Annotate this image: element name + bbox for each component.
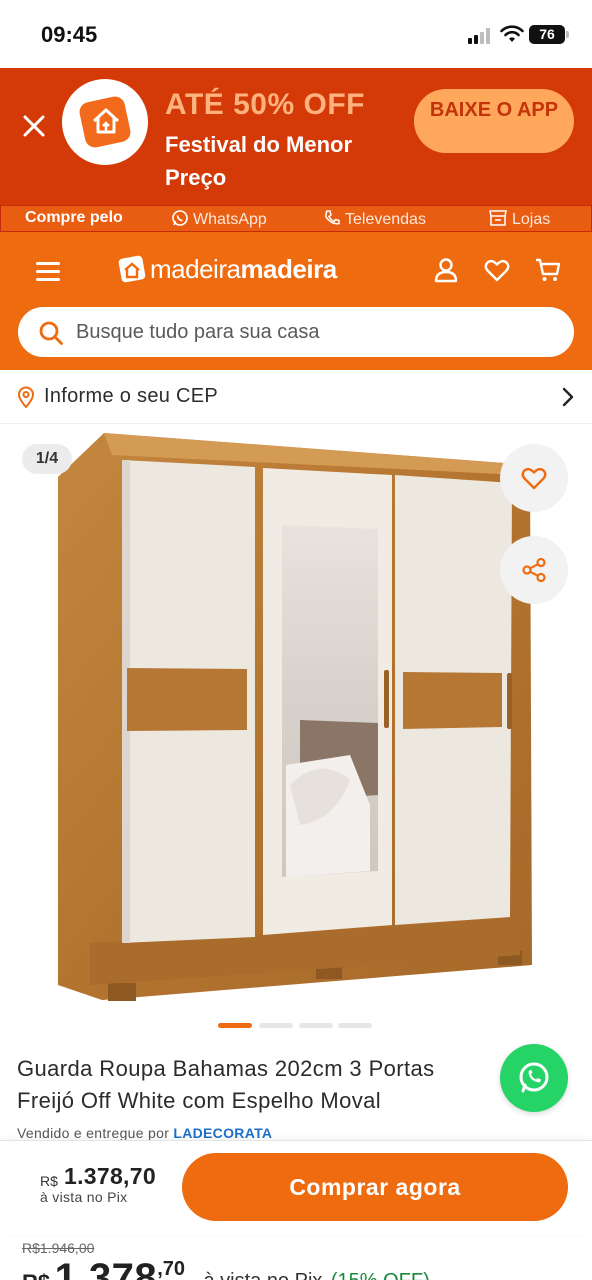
location-pin-icon bbox=[17, 386, 35, 408]
pix-label: à vista no Pix bbox=[203, 1270, 322, 1280]
bar-payment-note: à vista no Pix bbox=[40, 1189, 128, 1205]
cep-selector[interactable]: Informe o seu CEP bbox=[0, 370, 592, 424]
share-button[interactable] bbox=[500, 536, 568, 604]
whatsapp-icon bbox=[519, 1062, 549, 1093]
pagination-dot-1[interactable] bbox=[218, 1023, 252, 1028]
product-image bbox=[58, 433, 532, 1001]
cart-icon[interactable] bbox=[534, 256, 562, 284]
share-icon bbox=[522, 557, 546, 583]
stores-link[interactable]: Lojas bbox=[488, 209, 550, 229]
status-bar: 09:45 76 bbox=[0, 0, 592, 68]
bar-currency: R$ bbox=[40, 1173, 58, 1189]
bar-price: 1.378,70 bbox=[64, 1163, 156, 1189]
cep-label: Informe o seu CEP bbox=[44, 385, 219, 407]
cellular-signal-icon bbox=[468, 28, 494, 44]
promo-headline: ATÉ 50% OFF bbox=[165, 88, 365, 121]
gallery-pagination bbox=[218, 1023, 378, 1029]
buy-now-button[interactable]: Comprar agora bbox=[182, 1153, 568, 1221]
search-icon bbox=[39, 321, 63, 345]
promo-banner[interactable]: ATÉ 50% OFF Festival do Menor Preço BAIX… bbox=[0, 68, 592, 205]
search-bar[interactable] bbox=[18, 307, 574, 357]
whatsapp-link[interactable]: WhatsApp bbox=[171, 209, 267, 229]
brand-name: madeiramadeira bbox=[150, 254, 337, 284]
current-price: R$ 1.378,70 à vista no Pix (15% OFF) bbox=[22, 1256, 430, 1280]
heart-icon[interactable] bbox=[483, 256, 511, 284]
promo-subtitle: Festival do Menor Preço bbox=[165, 132, 353, 190]
status-time: 09:45 bbox=[41, 22, 98, 47]
seller-info: Vendido e entregue por LADECORATA bbox=[17, 1125, 273, 1141]
wifi-icon bbox=[500, 25, 524, 42]
battery-cap bbox=[566, 31, 569, 38]
chevron-right-icon bbox=[562, 387, 574, 407]
whatsapp-icon bbox=[172, 210, 188, 226]
televendas-link[interactable]: Televendas bbox=[323, 209, 426, 229]
price-currency: R$ bbox=[22, 1270, 50, 1280]
download-app-button[interactable]: BAIXE O APP bbox=[414, 89, 574, 153]
pagination-dot-2[interactable] bbox=[259, 1023, 293, 1028]
user-icon[interactable] bbox=[432, 256, 460, 284]
brand-house-icon bbox=[118, 255, 146, 283]
pagination-dot-4[interactable] bbox=[338, 1023, 372, 1028]
pagination-dot-3[interactable] bbox=[299, 1023, 333, 1028]
store-icon bbox=[489, 210, 507, 226]
close-icon[interactable] bbox=[20, 112, 48, 140]
buy-bar: R$ 1.378,70 à vista no Pix Comprar agora bbox=[0, 1140, 592, 1235]
heart-outline-icon bbox=[521, 467, 547, 490]
site-header: madeiramadeira bbox=[0, 232, 592, 370]
price-integer: 1.378 bbox=[54, 1256, 158, 1280]
product-gallery[interactable]: 1/4 bbox=[0, 425, 592, 1045]
price-decimals: ,70 bbox=[157, 1258, 185, 1280]
menu-icon[interactable] bbox=[36, 260, 62, 282]
contact-lead: Compre pelo bbox=[25, 209, 123, 226]
battery-indicator: 76 bbox=[529, 25, 565, 44]
discount-badge: (15% OFF) bbox=[331, 1270, 430, 1280]
old-price: R$1.946,00 bbox=[22, 1240, 95, 1256]
search-input[interactable] bbox=[76, 307, 556, 357]
whatsapp-button[interactable] bbox=[500, 1044, 568, 1112]
house-icon bbox=[92, 108, 120, 134]
app-logo bbox=[62, 79, 148, 165]
product-title: Guarda Roupa Bahamas 202cm 3 Portas Frei… bbox=[17, 1056, 435, 1113]
image-counter: 1/4 bbox=[22, 444, 72, 474]
contact-strip: Compre pelo WhatsApp Televendas Lojas bbox=[0, 205, 592, 232]
phone-icon bbox=[325, 210, 340, 225]
favorite-button[interactable] bbox=[500, 444, 568, 512]
seller-link[interactable]: LADECORATA bbox=[173, 1125, 272, 1141]
